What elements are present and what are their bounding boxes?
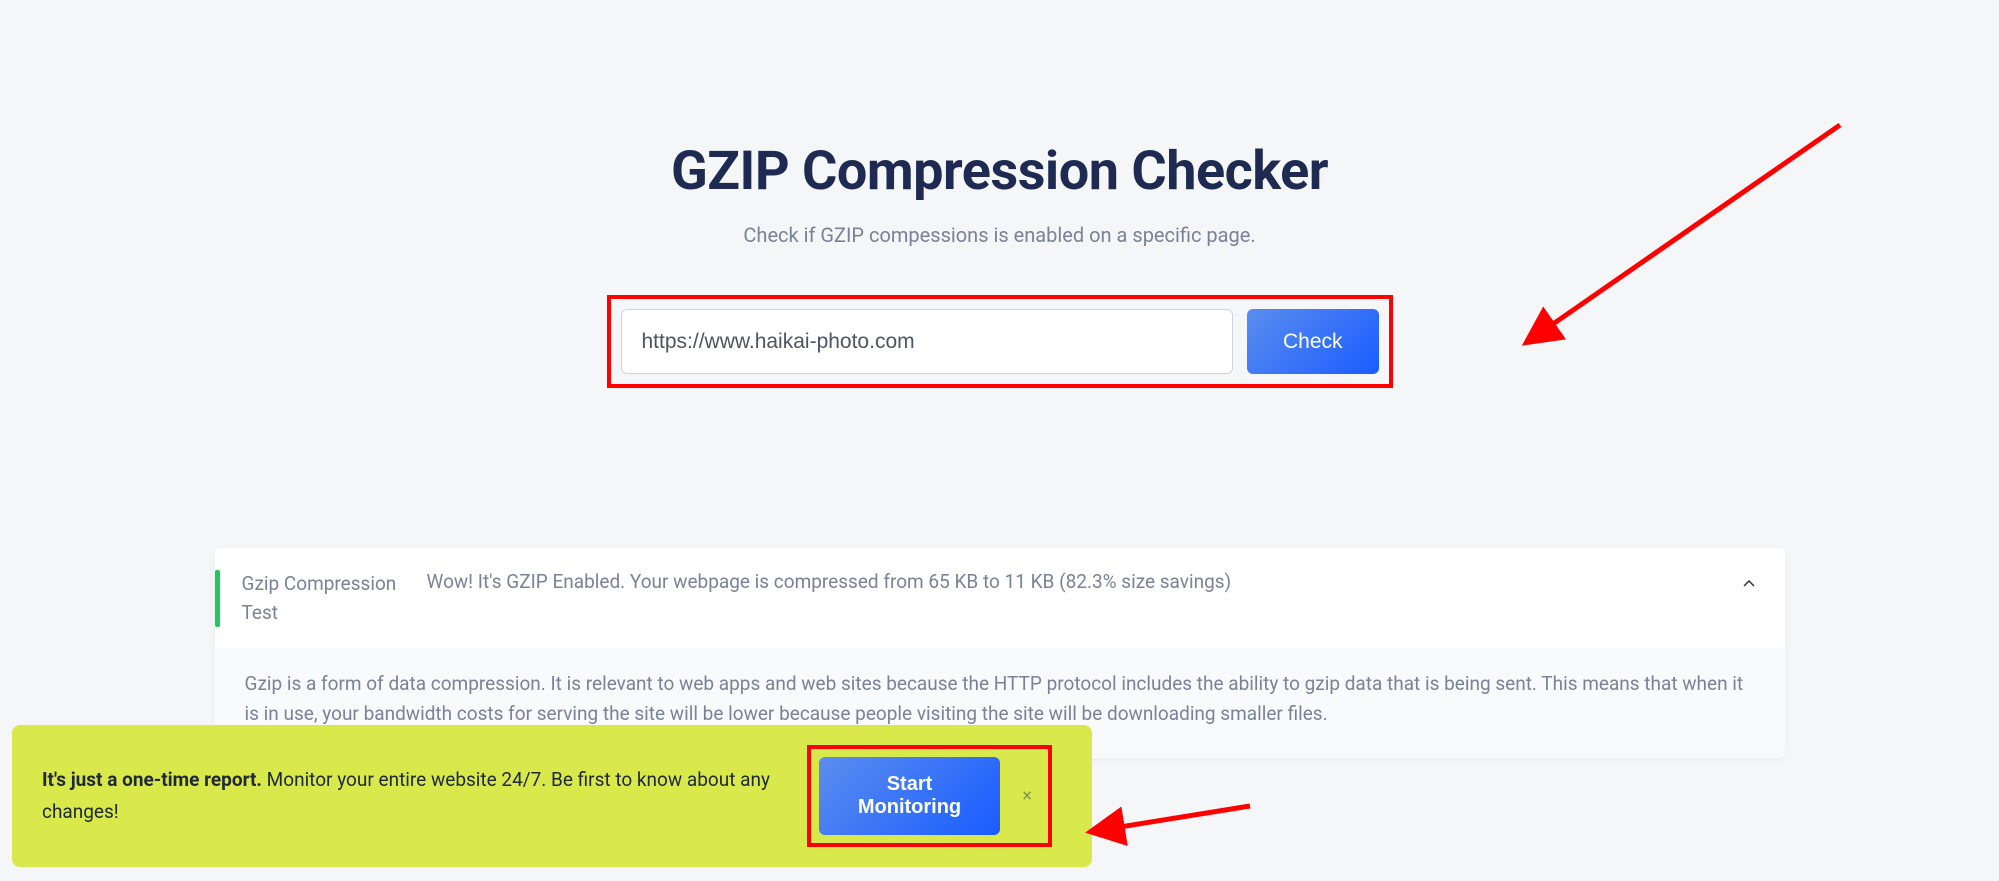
url-input[interactable] [621,309,1233,374]
banner-button-highlight: Start Monitoring × [807,745,1052,847]
chevron-up-icon[interactable] [1743,570,1755,592]
banner-text-bold: It's just a one-time report. [42,768,262,791]
result-message: Wow! It's GZIP Enabled. Your webpage is … [427,570,1723,593]
result-header[interactable]: Gzip Compression Test Wow! It's GZIP Ena… [215,548,1785,649]
url-check-form: Check [607,295,1393,388]
monitor-banner: It's just a one-time report. Monitor you… [12,725,1092,867]
status-indicator [215,570,220,627]
check-button[interactable]: Check [1247,309,1379,374]
start-monitoring-button[interactable]: Start Monitoring [819,757,1000,835]
annotation-arrow-icon [1080,791,1260,851]
banner-text: It's just a one-time report. Monitor you… [42,764,787,829]
page-subtitle: Check if GZIP compessions is enabled on … [0,223,1999,247]
page-title: GZIP Compression Checker [0,140,1999,203]
close-icon[interactable]: × [1022,786,1032,807]
result-label: Gzip Compression Test [242,570,417,627]
